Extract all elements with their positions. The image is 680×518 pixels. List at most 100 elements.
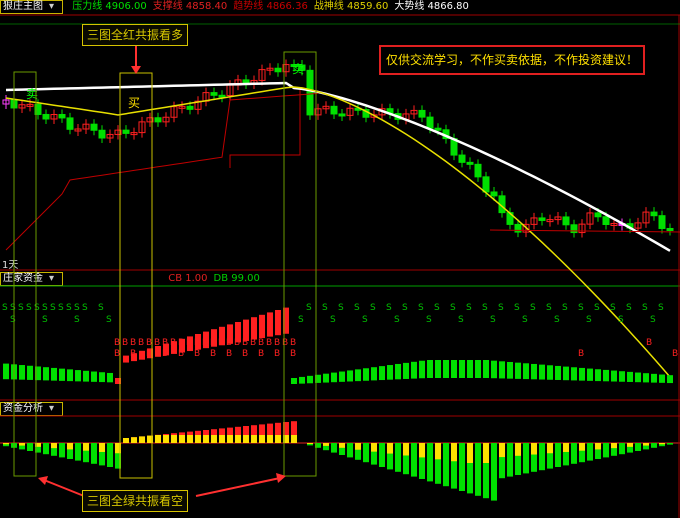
analysis-bar-yellow: [131, 437, 137, 443]
candle-body: [274, 67, 282, 73]
fund-bar: [331, 372, 337, 383]
analysis-bar-yellow: [187, 435, 193, 443]
s-marker: S: [610, 303, 616, 313]
b-marker: B: [646, 338, 652, 348]
candle-body: [514, 223, 522, 233]
s-marker: S: [394, 315, 400, 325]
analysis-bar-yellow: [387, 443, 393, 454]
fund-bar: [19, 365, 25, 380]
analysis-bar-down: [27, 443, 33, 451]
fund-bar: [59, 368, 65, 381]
fund-bar: [67, 369, 73, 382]
candle-body: [338, 113, 346, 117]
b-marker: B: [194, 349, 200, 359]
analysis-bar-yellow: [243, 435, 249, 443]
s-marker: S: [642, 303, 648, 313]
analysis-bar-yellow: [51, 443, 57, 449]
analysis-bar-down: [75, 443, 81, 461]
analysis-bar-yellow: [531, 443, 537, 455]
analysis-bar-yellow: [123, 438, 129, 443]
analysis-bar-yellow: [467, 443, 473, 463]
fund-bar: [611, 370, 617, 382]
candle-body: [98, 129, 106, 139]
analysis-bar-down: [443, 443, 449, 487]
analysis-bar-yellow: [643, 443, 649, 446]
fund-bar: [307, 375, 313, 384]
s-marker: S: [554, 315, 560, 325]
fund-bar: [587, 368, 593, 381]
analysis-bar-down: [395, 443, 401, 472]
s-marker: S: [482, 303, 488, 313]
s-marker: S: [74, 303, 80, 313]
analysis-bar-yellow: [203, 435, 209, 443]
analysis-bar-down: [363, 443, 369, 463]
s-marker: S: [546, 303, 552, 313]
b-marker: B: [258, 349, 264, 359]
b-marker: B: [186, 338, 192, 348]
stock-chart-canvas[interactable]: 买卖卖 S SSS S S SSS S S SSS SSBBB BBB BBB BBB BBB BBB BB…: [0, 0, 680, 518]
b-marker: B: [242, 349, 248, 359]
buy-marker: 买: [128, 96, 140, 110]
fund-bar: [363, 368, 369, 381]
analysis-bar-yellow: [235, 435, 241, 443]
analysis-bar-down: [523, 443, 529, 474]
s-marker: S: [82, 303, 88, 313]
analysis-bar-yellow: [611, 443, 617, 449]
analysis-bar-down: [619, 443, 625, 455]
fund-bar: [531, 363, 537, 380]
b-marker: B: [138, 338, 144, 348]
candle-body: [90, 123, 98, 131]
fund-bar: [419, 360, 425, 379]
b-marker: B: [234, 338, 240, 348]
b-marker: B: [122, 338, 128, 348]
b-marker: B: [114, 349, 120, 359]
b-marker: B: [162, 338, 168, 348]
fund-bar: [643, 373, 649, 383]
fund-bar: [251, 317, 257, 340]
b-marker: B: [672, 349, 678, 359]
analysis-bar-yellow: [163, 435, 169, 443]
candle-body: [658, 215, 666, 229]
s-marker: S: [426, 315, 432, 325]
fund-bar: [443, 360, 449, 378]
analysis-bar-yellow: [259, 435, 265, 443]
candle-body: [218, 94, 226, 98]
fund-bar: [27, 365, 33, 380]
fund-bar: [427, 360, 433, 378]
analysis-bar-yellow: [627, 443, 633, 447]
s-marker: S: [338, 303, 344, 313]
s-marker: S: [98, 303, 104, 313]
fund-bar: [299, 376, 305, 384]
s-marker: S: [450, 303, 456, 313]
s-marker: S: [18, 303, 24, 313]
fund-bars-layer: S SSS S S SSS S S SSS SSBBB BBB BBB BBB BBB BBB BBB BBB…: [2, 303, 678, 384]
analysis-bar-down: [603, 443, 609, 458]
analysis-bar-yellow: [419, 443, 425, 458]
s-marker: S: [306, 303, 312, 313]
analysis-bar-yellow: [403, 443, 409, 456]
s-marker: S: [10, 303, 16, 313]
bottom-callout: 三图全绿共振看空: [82, 490, 189, 512]
b-marker: B: [146, 349, 152, 359]
s-marker: S: [498, 303, 504, 313]
analysis-bar-yellow: [211, 435, 217, 443]
b-marker: B: [242, 338, 248, 348]
bottom-callout-arrow-left: [43, 479, 85, 497]
analysis-bar-yellow: [267, 435, 273, 443]
fund-bar: [91, 371, 97, 382]
b-marker: B: [210, 338, 216, 348]
fund-bar: [459, 360, 465, 378]
analysis-bar-yellow: [355, 443, 361, 450]
analysis-bar-yellow: [339, 443, 345, 448]
analysis-bar-yellow: [563, 443, 569, 452]
fund-bar: [347, 370, 353, 382]
fund-bar: [339, 371, 345, 382]
analysis-bar-yellow: [195, 435, 201, 443]
disclaimer-box: 仅供交流学习，不作买卖依据，不作投资建议！: [379, 45, 645, 75]
fund-bar: [51, 367, 57, 381]
analysis-bar-yellow: [515, 443, 521, 456]
analysis-bar-yellow: [67, 443, 73, 450]
s-marker: S: [74, 315, 80, 325]
analysis-bar-down: [635, 443, 641, 451]
analysis-bar-down: [475, 443, 481, 496]
